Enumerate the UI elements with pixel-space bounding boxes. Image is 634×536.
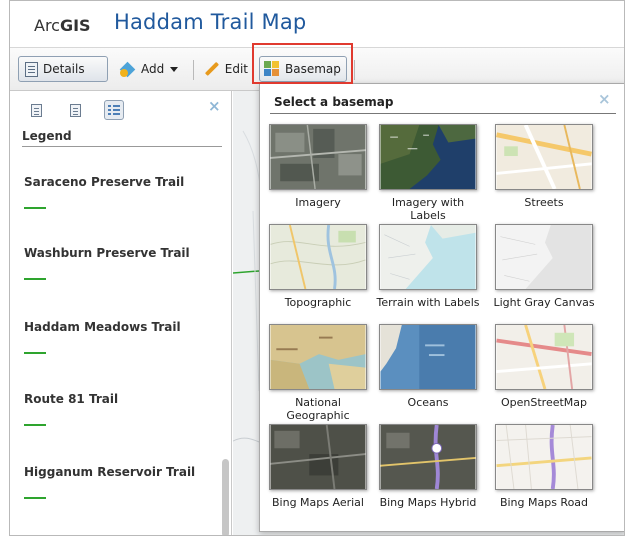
basemap-option-label: Oceans bbox=[407, 396, 449, 409]
about-icon bbox=[30, 103, 42, 117]
basemap-button-highlight bbox=[252, 43, 353, 84]
details-label: Details bbox=[43, 62, 85, 76]
basemap-gallery: Select a basemap × Imagery Imagery with … bbox=[259, 83, 624, 532]
edit-label: Edit bbox=[224, 62, 248, 76]
legend-item: Saraceno Preserve Trail bbox=[24, 175, 214, 209]
legend-item-label: Saraceno Preserve Trail bbox=[24, 175, 185, 189]
basemap-option-light-gray[interactable]: Light Gray Canvas bbox=[489, 224, 599, 309]
map-title: Haddam Trail Map bbox=[114, 10, 307, 34]
light-gray-thumbnail bbox=[495, 224, 593, 290]
legend-item-label: Washburn Preserve Trail bbox=[24, 246, 190, 260]
gallery-title: Select a basemap bbox=[274, 95, 394, 109]
toolbar-divider bbox=[354, 60, 355, 80]
legend-list-icon bbox=[108, 104, 120, 116]
terrain-thumbnail bbox=[379, 224, 477, 290]
trail-line-swatch bbox=[24, 207, 46, 209]
brand-suffix: GIS bbox=[59, 16, 91, 35]
legend-item: Washburn Preserve Trail bbox=[24, 246, 214, 280]
basemap-option-label: Bing Maps Hybrid bbox=[379, 496, 477, 509]
basemap-option-imagery[interactable]: Imagery bbox=[263, 124, 373, 209]
basemap-option-label: Terrain with Labels bbox=[376, 296, 480, 309]
basemap-option-label: National Geographic bbox=[286, 396, 350, 422]
legend-item: Route 81 Trail bbox=[24, 392, 214, 426]
gallery-divider bbox=[270, 113, 616, 114]
add-layer-icon bbox=[120, 61, 136, 77]
imagery-labels-thumbnail bbox=[379, 124, 477, 190]
trail-line-swatch bbox=[24, 497, 46, 499]
pencil-icon bbox=[204, 62, 219, 76]
details-icon bbox=[25, 61, 38, 77]
basemap-option-label: Streets bbox=[524, 196, 564, 209]
basemap-option-label: Light Gray Canvas bbox=[493, 296, 595, 309]
details-button[interactable]: Details bbox=[18, 56, 108, 82]
legend-item-label: Route 81 Trail bbox=[24, 392, 119, 406]
brand-prefix: Arc bbox=[34, 16, 60, 35]
imagery-thumbnail bbox=[269, 124, 367, 190]
close-icon[interactable]: × bbox=[208, 97, 221, 115]
trail-line-swatch bbox=[24, 352, 46, 354]
basemap-option-bing-aerial[interactable]: Bing Maps Aerial bbox=[263, 424, 373, 509]
basemap-option-imagery-labels[interactable]: Imagery with Labels bbox=[373, 124, 483, 222]
legend-item: Haddam Meadows Trail bbox=[24, 320, 214, 354]
panel-scrollbar[interactable] bbox=[222, 459, 229, 535]
basemap-option-label: OpenStreetMap bbox=[500, 396, 588, 409]
legend-item-label: Haddam Meadows Trail bbox=[24, 320, 181, 334]
topographic-thumbnail bbox=[269, 224, 367, 290]
toolbar-divider bbox=[193, 60, 194, 80]
osm-thumbnail bbox=[495, 324, 593, 390]
basemap-option-terrain[interactable]: Terrain with Labels bbox=[373, 224, 483, 309]
tab-content[interactable] bbox=[65, 100, 85, 120]
chevron-down-icon bbox=[170, 66, 179, 72]
close-icon[interactable]: × bbox=[598, 90, 611, 108]
bing-road-thumbnail bbox=[495, 424, 593, 490]
edit-button[interactable]: Edit bbox=[200, 56, 248, 82]
basemap-option-label: Imagery bbox=[295, 196, 341, 209]
arcgis-app-window: ArcGIS Haddam Trail Map Details Add Edit… bbox=[9, 0, 625, 536]
basemap-option-bing-road[interactable]: Bing Maps Road bbox=[489, 424, 599, 509]
basemap-option-bing-hybrid[interactable]: Bing Maps Hybrid bbox=[373, 424, 483, 509]
streets-thumbnail bbox=[495, 124, 593, 190]
basemap-option-label: Bing Maps Road bbox=[499, 496, 589, 509]
bing-hybrid-thumbnail bbox=[379, 424, 477, 490]
app-header: ArcGIS Haddam Trail Map bbox=[10, 1, 624, 47]
add-button[interactable]: Add bbox=[116, 56, 188, 82]
trail-line-swatch bbox=[24, 424, 46, 426]
add-label: Add bbox=[141, 62, 165, 76]
basemap-option-natgeo[interactable]: National Geographic bbox=[263, 324, 373, 422]
basemap-option-osm[interactable]: OpenStreetMap bbox=[489, 324, 599, 409]
arcgis-logo: ArcGIS bbox=[34, 16, 91, 35]
legend-header: Legend bbox=[22, 129, 222, 147]
bing-aerial-thumbnail bbox=[269, 424, 367, 490]
basemap-option-topographic[interactable]: Topographic bbox=[263, 224, 373, 309]
tab-about[interactable] bbox=[26, 100, 46, 120]
legend-item-label: Higganum Reservoir Trail bbox=[24, 465, 196, 479]
basemap-option-streets[interactable]: Streets bbox=[489, 124, 599, 209]
natgeo-thumbnail bbox=[269, 324, 367, 390]
basemap-option-label: Imagery with Labels bbox=[391, 196, 465, 222]
content-icon bbox=[69, 103, 81, 117]
tab-legend[interactable] bbox=[104, 100, 124, 120]
oceans-thumbnail bbox=[379, 324, 477, 390]
basemap-option-label: Bing Maps Aerial bbox=[272, 496, 364, 509]
legend-item: Higganum Reservoir Trail bbox=[24, 465, 214, 499]
basemap-option-oceans[interactable]: Oceans bbox=[373, 324, 483, 409]
trail-line-swatch bbox=[24, 278, 46, 280]
details-panel: × Legend Saraceno Preserve Trail Washbur… bbox=[10, 91, 232, 535]
basemap-option-label: Topographic bbox=[284, 296, 352, 309]
